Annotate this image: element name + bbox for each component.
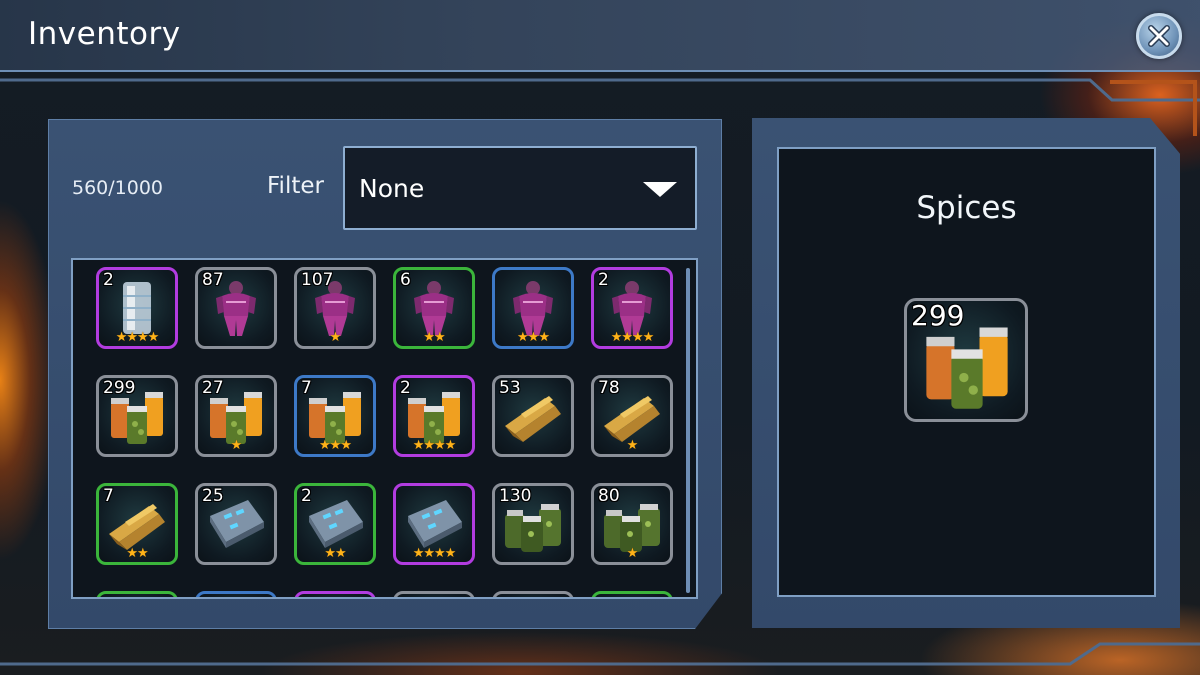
star-rating: ★★★★ xyxy=(115,330,160,345)
star-rating: ★★★ xyxy=(319,438,352,453)
item-count: 53 xyxy=(499,378,521,398)
capacity-counter: 560/1000 xyxy=(72,177,164,199)
item-count: 78 xyxy=(598,378,620,398)
item-count: 7 xyxy=(301,378,312,398)
inventory-item-slot[interactable]: 2 ★★★★ xyxy=(393,375,475,457)
star-rating: ★★★★ xyxy=(412,438,457,453)
inventory-item-slot[interactable]: 299 xyxy=(96,375,178,457)
close-icon xyxy=(1148,25,1170,47)
inventory-item-slot[interactable]: 25 xyxy=(195,483,277,565)
inventory-item-slot[interactable] xyxy=(195,591,277,597)
item-count: 2 xyxy=(301,486,312,506)
inventory-item-slot[interactable]: 2 ★★★★ xyxy=(591,267,673,349)
item-count: 2 xyxy=(103,270,114,290)
star-rating: ★★ xyxy=(126,546,148,561)
inventory-item-slot[interactable] xyxy=(294,591,376,597)
inventory-item-slot[interactable]: 107 ★ xyxy=(294,267,376,349)
inventory-item-slot[interactable]: ★★★★ xyxy=(393,483,475,565)
star-rating: ★ xyxy=(626,546,639,561)
item-count: 6 xyxy=(400,270,411,290)
inventory-item-slot[interactable] xyxy=(96,591,178,597)
inventory-item-slot[interactable]: 27 ★ xyxy=(195,375,277,457)
inventory-item-slot[interactable] xyxy=(591,591,673,597)
filter-selected-value: None xyxy=(359,174,425,203)
item-count: 299 xyxy=(103,378,136,398)
star-rating: ★★ xyxy=(423,330,445,345)
item-count: 107 xyxy=(301,270,334,290)
chevron-down-icon xyxy=(643,182,677,197)
inventory-item-slot[interactable]: 7 ★★★ xyxy=(294,375,376,457)
inventory-item-slot[interactable]: 80 ★ xyxy=(591,483,673,565)
inventory-item-slot[interactable]: 130 xyxy=(492,483,574,565)
close-button[interactable] xyxy=(1136,13,1182,59)
item-grid-scrollbar[interactable] xyxy=(686,268,690,593)
star-rating: ★ xyxy=(230,438,243,453)
item-count: 7 xyxy=(103,486,114,506)
item-count: 87 xyxy=(202,270,224,290)
star-rating: ★ xyxy=(329,330,342,345)
title-bar: Inventory xyxy=(0,0,1200,72)
star-rating: ★★★★ xyxy=(610,330,655,345)
item-count: 80 xyxy=(598,486,620,506)
inventory-item-slot[interactable]: 87 xyxy=(195,267,277,349)
inventory-item-slot[interactable]: 2 ★★ xyxy=(294,483,376,565)
window-title: Inventory xyxy=(28,16,181,52)
detail-item-slot: 299 xyxy=(904,298,1028,422)
star-rating: ★★★ xyxy=(517,330,550,345)
item-grid[interactable]: 2 ★★★★ 87 107 ★ 6 ★★ ★★★ 2 ★★★★ 299 27 ★ 7 ★★★ 2 ★★★★ 53 7… xyxy=(71,258,698,599)
star-rating: ★ xyxy=(626,438,639,453)
inventory-item-slot[interactable] xyxy=(492,591,574,597)
inventory-item-slot[interactable]: 6 ★★ xyxy=(393,267,475,349)
detail-item-count: 299 xyxy=(911,299,965,332)
inventory-item-slot[interactable]: ★★★ xyxy=(492,267,574,349)
item-count: 25 xyxy=(202,486,224,506)
item-count: 130 xyxy=(499,486,532,506)
inventory-item-slot[interactable]: 7 ★★ xyxy=(96,483,178,565)
inventory-item-slot[interactable]: 2 ★★★★ xyxy=(96,267,178,349)
inventory-item-slot[interactable]: 53 xyxy=(492,375,574,457)
star-rating: ★★ xyxy=(324,546,346,561)
filter-dropdown[interactable]: None xyxy=(343,146,697,230)
inventory-item-slot[interactable]: 78 ★ xyxy=(591,375,673,457)
detail-item-name: Spices xyxy=(916,190,1017,226)
inventory-item-slot[interactable] xyxy=(393,591,475,597)
item-count: 2 xyxy=(400,378,411,398)
star-rating: ★★★★ xyxy=(412,546,457,561)
filter-label: Filter xyxy=(267,173,324,199)
item-count: 27 xyxy=(202,378,224,398)
item-count: 2 xyxy=(598,270,609,290)
